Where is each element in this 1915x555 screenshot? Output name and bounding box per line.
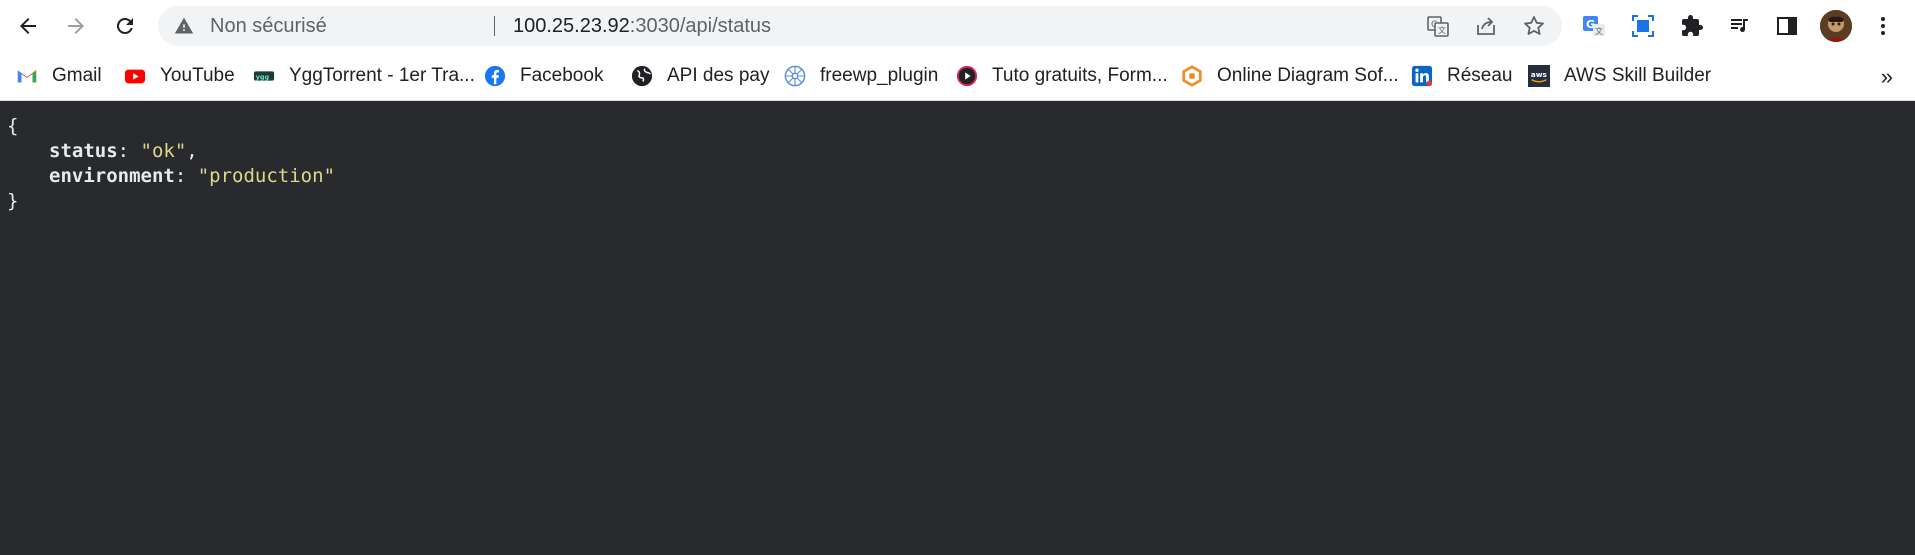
- bookmark-label: freewp_plugin: [820, 65, 939, 86]
- reload-button[interactable]: [107, 8, 143, 44]
- svg-text:aws: aws: [1531, 70, 1548, 79]
- kebab-menu-icon[interactable]: [1871, 14, 1895, 38]
- json-open-brace: {: [7, 115, 19, 137]
- forward-arrow-icon: [68, 18, 84, 34]
- bookmark-label: Tuto gratuits, Form...: [992, 65, 1168, 86]
- gmail-icon: [17, 69, 37, 83]
- bookmark-facebook[interactable]: Facebook: [484, 64, 603, 88]
- media-playlist-icon[interactable]: [1728, 14, 1752, 38]
- json-close-brace: }: [7, 190, 19, 212]
- screenshot-extension-icon[interactable]: [1631, 14, 1655, 38]
- json-entry-status: status: "ok",: [49, 140, 198, 162]
- json-value: "production": [197, 165, 336, 187]
- bookmark-freewp-plugin[interactable]: freewp_plugin: [784, 64, 938, 88]
- bookmark-online-diagram[interactable]: Online Diagram Sof...: [1181, 64, 1399, 88]
- bookmark-api-des-pay[interactable]: API des pay: [631, 64, 769, 88]
- bookmark-tuto-gratuits[interactable]: Tuto gratuits, Form...: [956, 64, 1168, 88]
- facebook-icon: [484, 65, 506, 87]
- svg-text:ygg: ygg: [256, 73, 270, 81]
- json-comma: ,: [186, 140, 198, 162]
- json-key: status: [49, 140, 118, 162]
- yggtorrent-icon: ygg: [253, 71, 275, 81]
- bookmark-label: YouTube: [160, 65, 235, 86]
- bookmark-star-icon[interactable]: [1522, 14, 1546, 38]
- bookmark-label: API des pay: [667, 65, 770, 86]
- svg-text:文: 文: [1438, 25, 1446, 35]
- aws-icon: aws: [1528, 65, 1550, 87]
- json-key: environment: [49, 165, 175, 187]
- back-button[interactable]: [10, 8, 46, 44]
- address-divider: [494, 16, 495, 36]
- bookmark-label: Gmail: [52, 65, 102, 86]
- side-panel-icon[interactable]: [1775, 14, 1799, 38]
- svg-text:文: 文: [1595, 26, 1603, 36]
- json-value: "ok": [140, 140, 187, 162]
- reload-icon: [116, 17, 133, 34]
- forward-button[interactable]: [58, 8, 94, 44]
- bookmark-label: YggTorrent - 1er Tra...: [289, 65, 475, 86]
- linkedin-icon: [1411, 65, 1433, 87]
- diagram-icon: [1182, 65, 1202, 87]
- bookmark-label: Online Diagram Sof...: [1217, 65, 1399, 86]
- bookmark-label: Réseau: [1447, 65, 1513, 86]
- json-viewer: { status: "ok", environment: "production…: [0, 101, 1915, 555]
- url-host: 100.25.23.92: [513, 15, 630, 37]
- more-bookmarks-chevron-icon[interactable]: »: [1881, 64, 1893, 90]
- back-arrow-icon: [20, 18, 36, 34]
- bookmark-youtube[interactable]: YouTube: [124, 64, 235, 88]
- browser-toolbar: Non sécurisé 100.25.23.92:3030/api/statu…: [0, 0, 1915, 52]
- bookmark-gmail[interactable]: Gmail: [16, 64, 102, 88]
- security-label[interactable]: Non sécurisé: [210, 6, 327, 46]
- freewp-icon: [784, 65, 806, 87]
- share-icon[interactable]: [1474, 14, 1498, 38]
- bookmark-label: AWS Skill Builder: [1564, 65, 1712, 86]
- warning-icon[interactable]: [174, 16, 194, 36]
- extensions-puzzle-icon[interactable]: [1680, 14, 1704, 38]
- url-path: :3030/api/status: [629, 15, 771, 37]
- bookmark-label: Facebook: [520, 65, 604, 86]
- bookmark-aws-skill-builder[interactable]: aws AWS Skill Builder: [1528, 64, 1711, 88]
- translate-icon[interactable]: G文: [1426, 14, 1450, 38]
- bookmark-reseau[interactable]: Réseau: [1411, 64, 1513, 88]
- youtube-icon: [124, 69, 146, 84]
- json-entry-environment: environment: "production": [49, 165, 336, 187]
- avatar-image-icon: [1820, 10, 1852, 42]
- bookmarks-bar: Gmail YouTube ygg YggTorrent - 1er Tra..…: [0, 52, 1915, 101]
- profile-avatar[interactable]: [1820, 10, 1852, 42]
- bookmark-yggtorrent[interactable]: ygg YggTorrent - 1er Tra...: [253, 64, 475, 88]
- tuto-icon: [956, 65, 978, 87]
- url-text[interactable]: 100.25.23.92:3030/api/status: [513, 6, 771, 46]
- globe-icon: [631, 65, 653, 87]
- address-bar[interactable]: Non sécurisé 100.25.23.92:3030/api/statu…: [158, 6, 1562, 46]
- google-translate-extension-icon[interactable]: G文: [1582, 14, 1606, 38]
